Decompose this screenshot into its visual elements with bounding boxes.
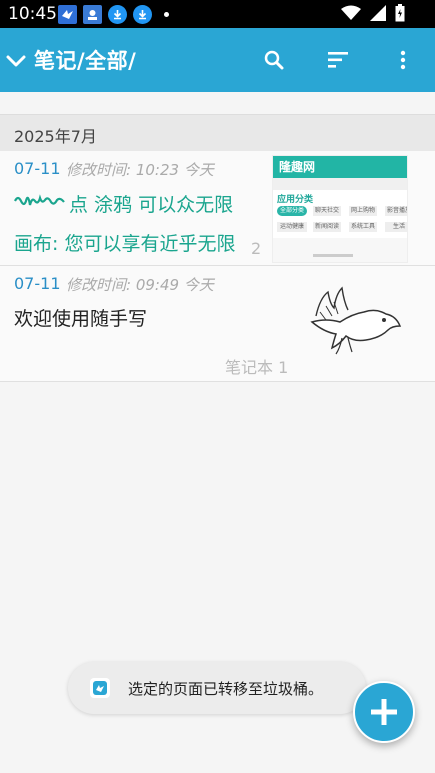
download-icon-2 <box>133 5 152 24</box>
system-icons <box>341 4 405 22</box>
battery-icon <box>395 4 405 22</box>
thumbnail-chip: 运动健康 <box>277 222 307 232</box>
wifi-icon <box>341 5 361 20</box>
note-text-line-2: 画布: 您可以享有近乎无限 <box>14 233 236 255</box>
toast-text: 选定的页面已转移至垃圾桶。 <box>128 680 324 698</box>
month-label: 2025年7月 <box>14 127 97 146</box>
sort-button[interactable] <box>324 46 352 74</box>
app-icon <box>90 678 110 698</box>
status-bar: 10:45 <box>0 0 435 28</box>
search-icon <box>264 50 284 70</box>
bird-app-icon <box>58 5 77 24</box>
note-page-count: 2 <box>251 239 262 258</box>
download-icon <box>108 5 127 24</box>
note-text: 欢迎使用随手写 <box>14 308 148 330</box>
month-section-header: 2025年7月 <box>0 114 435 152</box>
thumbnail-chip: 系统工具 <box>349 222 377 232</box>
bird-doodle-icon <box>310 286 402 355</box>
note-item[interactable]: 07-11 修改时间: 10:23 今天 点 涂鸦 可以众无限 画布: 您可以享… <box>0 151 435 266</box>
note-date: 07-11 <box>14 159 61 178</box>
page-title[interactable]: 笔记/全部/ <box>34 45 136 75</box>
notification-icons <box>58 5 169 24</box>
add-note-button[interactable] <box>353 681 415 743</box>
note-modified-time: 修改时间: 10:23 今天 <box>66 161 214 179</box>
toast-message: 选定的页面已转移至垃圾桶。 <box>68 662 366 714</box>
profile-app-icon <box>83 5 102 24</box>
search-button[interactable] <box>260 46 288 74</box>
thumbnail-header: 隆趣网 <box>273 156 407 178</box>
notebook-label: 笔记本 1 <box>225 358 289 377</box>
more-vertical-icon <box>400 50 406 70</box>
signal-icon <box>370 5 386 21</box>
thumbnail-chip: 网上购物 <box>349 206 377 216</box>
chevron-down-icon[interactable] <box>4 49 28 73</box>
note-text-line-1: 点 涂鸦 可以众无限 <box>69 194 234 216</box>
thumbnail-chip: 全部分类 <box>277 206 307 216</box>
thumbnail-logo: 隆趣网 <box>279 160 316 174</box>
thumbnail-chip: 影音播放 <box>385 206 407 216</box>
more-notifications-dot-icon <box>164 12 169 17</box>
thumbnail-chip: 生活 <box>385 222 407 232</box>
plus-icon <box>371 699 397 725</box>
thumbnail-heading: 应用分类 <box>277 195 314 205</box>
note-item[interactable]: 07-11 修改时间: 09:49 今天 欢迎使用随手写 笔记本 1 <box>0 266 435 382</box>
handwriting-icon <box>14 194 65 206</box>
status-time: 10:45 <box>8 4 57 24</box>
list-top-spacer <box>0 92 435 114</box>
note-modified-time: 修改时间: 09:49 今天 <box>66 276 214 294</box>
note-date: 07-11 <box>14 274 61 293</box>
note-thumbnail: 隆趣网 应用分类 全部分类 聊天社交 网上购物 影音播放 运动健康 新闻阅读 系… <box>272 155 408 263</box>
more-options-button[interactable] <box>389 46 417 74</box>
sort-icon <box>328 52 348 68</box>
thumbnail-chip: 聊天社交 <box>313 206 341 216</box>
thumbnail-chip: 新闻阅读 <box>313 222 341 232</box>
app-bar: 笔记/全部/ <box>0 28 435 92</box>
